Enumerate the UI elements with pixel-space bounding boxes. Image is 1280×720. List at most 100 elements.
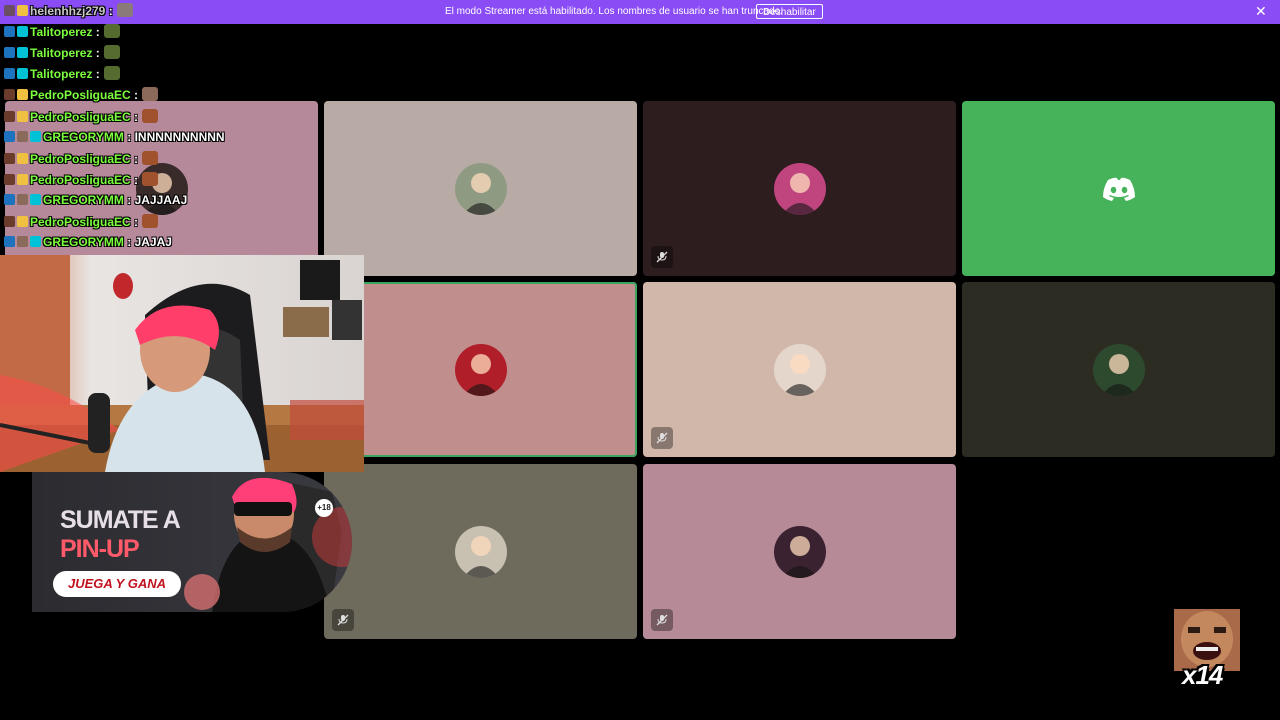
emote-icon xyxy=(142,171,159,186)
emote-icon xyxy=(103,24,120,39)
user-badge-icon xyxy=(17,110,28,122)
chat-separator: : xyxy=(105,4,113,18)
user-badge-icon xyxy=(17,193,28,205)
ad-title-line1: SUMATE A xyxy=(60,506,181,534)
user-badge-icon xyxy=(30,236,41,248)
user-badge-icon xyxy=(17,68,28,80)
chat-message: PedroPosliguaEC : xyxy=(4,108,159,129)
user-badge-icon xyxy=(4,47,15,59)
user-badge-icon xyxy=(4,130,15,142)
participant-avatar xyxy=(773,525,826,578)
user-badge-icon xyxy=(4,193,15,205)
chat-username[interactable]: PedroPosliguaEC xyxy=(30,215,131,229)
chat-username[interactable]: PedroPosliguaEC xyxy=(30,152,131,166)
emote-icon xyxy=(103,66,120,81)
chat-message: GREGORYMM : JAJAJ xyxy=(4,235,172,255)
chat-separator: : xyxy=(130,88,139,103)
chat-message: GREGORYMM : JAJJAAJ xyxy=(4,193,187,213)
user-badge-icon xyxy=(4,26,15,38)
participant-tile[interactable] xyxy=(643,282,956,457)
chat-username[interactable]: GREGORYMM xyxy=(43,193,124,207)
participant-tile[interactable] xyxy=(962,101,1275,276)
participant-tile[interactable] xyxy=(643,464,956,639)
chat-separator: : xyxy=(130,151,139,166)
participant-tile[interactable] xyxy=(962,282,1275,457)
chat-separator: : xyxy=(130,109,139,124)
discord-logo-icon xyxy=(1102,177,1136,206)
ad-title-line2: PIN-UP xyxy=(60,535,140,563)
participant-avatar xyxy=(773,162,826,215)
chat-message: Talitoperez : xyxy=(4,45,120,65)
user-badge-icon xyxy=(17,26,28,38)
participant-avatar xyxy=(1092,343,1145,396)
user-badge-icon xyxy=(17,216,28,227)
chat-username[interactable]: GREGORYMM xyxy=(43,235,124,249)
mic-off-icon xyxy=(651,427,673,449)
user-badge-icon xyxy=(17,152,28,164)
chat-username[interactable]: PedroPosliguaEC xyxy=(30,110,131,124)
participant-avatar xyxy=(454,162,507,215)
chat-message: PedroPosliguaEC : xyxy=(4,87,159,107)
age-rating-badge: +18 xyxy=(315,499,333,517)
emote-icon xyxy=(142,214,159,228)
chat-message: PedroPosliguaEC : xyxy=(4,150,159,171)
participant-avatar xyxy=(454,525,507,578)
emote-icon xyxy=(142,150,159,165)
chat-username[interactable]: Talitoperez xyxy=(30,46,92,60)
chat-message: PedroPosliguaEC : xyxy=(4,171,159,192)
user-badge-icon xyxy=(4,236,15,248)
chat-message: Talitoperez : xyxy=(4,24,120,44)
user-badge-icon xyxy=(4,68,15,80)
streamer-webcam xyxy=(0,255,364,472)
participant-tile[interactable] xyxy=(324,282,637,457)
chat-separator: : xyxy=(92,46,100,61)
user-badge-icon xyxy=(4,173,15,185)
chat-separator: : xyxy=(92,67,100,82)
chat-username[interactable]: Talitoperez xyxy=(30,67,92,81)
chat-message: Talitoperez : xyxy=(4,66,120,86)
emote-icon xyxy=(142,108,159,123)
user-badge-icon xyxy=(30,130,41,142)
chat-message: PedroPosliguaEC : xyxy=(4,214,159,234)
close-icon[interactable]: ✕ xyxy=(1255,3,1267,20)
user-badge-icon xyxy=(17,89,28,101)
chat-username[interactable]: PedroPosliguaEC xyxy=(30,88,131,102)
chat-message: helenhhzj279 : xyxy=(4,3,133,23)
pinup-ad-banner[interactable]: SUMATE A PIN-UP JUEGA Y GANA +18 xyxy=(32,472,352,612)
chat-separator: : xyxy=(130,172,139,187)
chat-separator: : xyxy=(130,215,139,229)
emote-icon xyxy=(116,3,133,17)
user-badge-icon xyxy=(4,216,15,227)
participant-tile[interactable] xyxy=(324,101,637,276)
user-badge-icon xyxy=(4,152,15,164)
chat-username[interactable]: GREGORYMM xyxy=(43,130,124,144)
chat-username[interactable]: Talitoperez xyxy=(30,25,92,39)
user-badge-icon xyxy=(4,5,15,16)
ad-title: SUMATE A PIN-UP xyxy=(60,506,181,564)
mic-off-icon xyxy=(651,609,673,631)
user-badge-icon xyxy=(17,236,28,248)
chat-separator: : xyxy=(92,25,100,40)
gif-multiplier: x14 xyxy=(1182,660,1223,690)
user-badge-icon xyxy=(30,193,41,205)
streamer-mode-banner: El modo Streamer está habilitado. Los no… xyxy=(0,0,1280,24)
mic-off-icon xyxy=(651,246,673,268)
streamer-mode-message: El modo Streamer está habilitado. Los no… xyxy=(445,6,783,17)
user-badge-icon xyxy=(17,5,28,16)
user-badge-icon xyxy=(17,130,28,142)
user-badge-icon xyxy=(4,110,15,122)
chat-message: GREGORYMM : INNNNNNNNNN xyxy=(4,130,225,150)
participant-tile[interactable] xyxy=(324,464,637,639)
participant-avatar xyxy=(454,343,507,396)
user-badge-icon xyxy=(17,47,28,59)
disable-streamer-mode-button[interactable]: Deshabilitar xyxy=(756,4,823,19)
ad-cta-button[interactable]: JUEGA Y GANA xyxy=(53,571,181,597)
participant-tile[interactable] xyxy=(643,101,956,276)
participant-avatar xyxy=(773,343,826,396)
user-badge-icon xyxy=(4,89,15,101)
emote-icon xyxy=(142,87,159,102)
chat-username[interactable]: helenhhzj279 xyxy=(30,4,105,18)
chat-username[interactable]: PedroPosliguaEC xyxy=(30,173,131,187)
mic-off-icon xyxy=(332,609,354,631)
chat-text: JAJJAAJ xyxy=(131,192,188,207)
